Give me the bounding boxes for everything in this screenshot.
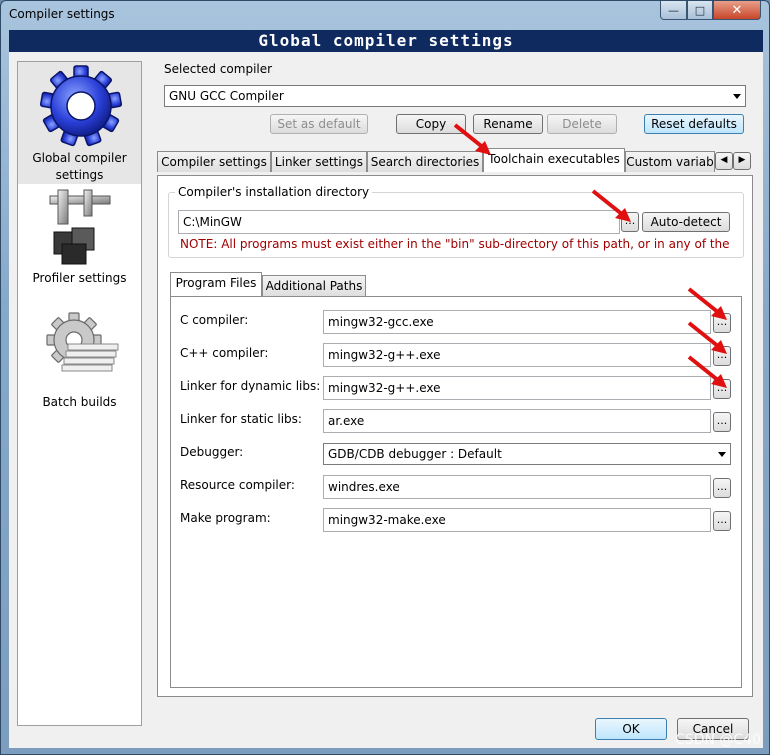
annotation-arrow-icon <box>687 287 727 320</box>
category-label: Batch builds <box>42 395 117 409</box>
reset-defaults-button[interactable]: Reset defaults <box>644 114 744 134</box>
resource-compiler-input[interactable]: windres.exe <box>323 475 711 499</box>
annotation-arrow-icon <box>453 123 491 155</box>
tab-scroll-left-button[interactable]: ◀ <box>715 152 733 170</box>
annotation-arrow-icon <box>687 355 727 388</box>
title-bar[interactable]: Compiler settings — □ ✕ <box>1 1 770 29</box>
minimize-icon: — <box>668 3 679 17</box>
cpp-compiler-input[interactable]: mingw32-g++.exe <box>323 343 711 367</box>
close-icon: ✕ <box>731 2 743 18</box>
tab-toolchain-executables[interactable]: Toolchain executables <box>483 148 625 172</box>
category-batch-builds[interactable]: Batch builds <box>18 310 141 422</box>
close-button[interactable]: ✕ <box>713 1 761 20</box>
subtab-additional-paths[interactable]: Additional Paths <box>262 275 366 296</box>
tab-scroll-right-button[interactable]: ▶ <box>733 152 751 170</box>
debugger-select-value: GDB/CDB debugger : Default <box>328 447 502 461</box>
program-label: Make program: <box>180 511 271 525</box>
resource-compiler-browse-button[interactable]: ... <box>713 478 731 498</box>
page-title: Global compiler settings <box>9 30 763 52</box>
program-label: C++ compiler: <box>180 346 269 360</box>
subtab-program-files[interactable]: Program Files <box>170 272 262 296</box>
chevron-down-icon <box>733 94 741 99</box>
chevron-left-icon: ◀ <box>720 155 728 165</box>
tab-compiler-settings[interactable]: Compiler settings <box>157 151 271 172</box>
toolchain-panel: Compiler's installation directory C:\Min… <box>157 175 753 697</box>
make-program-browse-button[interactable]: ... <box>713 511 731 531</box>
maximize-button[interactable]: □ <box>687 1 713 20</box>
set-default-button[interactable]: Set as default <box>270 114 368 134</box>
dynamic-linker-input[interactable]: mingw32-g++.exe <box>323 376 711 400</box>
program-files-panel: C compiler: mingw32-gcc.exe ... C++ comp… <box>170 296 742 688</box>
window-title: Compiler settings <box>9 7 115 21</box>
category-label: Global compiler settings <box>32 151 127 182</box>
install-dir-input[interactable]: C:\MinGW <box>178 210 620 234</box>
chevron-right-icon: ▶ <box>738 155 746 165</box>
minimize-button[interactable]: — <box>660 1 687 20</box>
category-label: Profiler settings <box>32 271 127 285</box>
program-label: C compiler: <box>180 313 249 327</box>
install-dir-label: Compiler's installation directory <box>175 185 373 199</box>
program-label: Resource compiler: <box>180 478 295 492</box>
program-label: Debugger: <box>180 445 244 459</box>
dialog-client: Global compiler settings Global compiler… <box>9 30 763 748</box>
watermark: CSDN @C40 <box>675 732 761 748</box>
delete-button[interactable]: Delete <box>547 114 617 134</box>
make-program-input[interactable]: mingw32-make.exe <box>323 508 711 532</box>
ok-button[interactable]: OK <box>595 718 667 740</box>
category-profiler[interactable]: Profiler settings <box>18 188 141 298</box>
auto-detect-button[interactable]: Auto-detect <box>642 212 730 232</box>
caliper-icon <box>49 189 111 265</box>
debugger-select[interactable]: GDB/CDB debugger : Default <box>323 443 731 465</box>
window: Compiler settings — □ ✕ Global compiler … <box>0 0 770 755</box>
static-linker-browse-button[interactable]: ... <box>713 412 731 432</box>
program-label: Linker for dynamic libs: <box>180 379 321 393</box>
category-list: Global compiler settings Profiler settin… <box>17 61 142 726</box>
tab-linker-settings[interactable]: Linker settings <box>271 151 367 172</box>
program-label: Linker for static libs: <box>180 412 302 426</box>
install-dir-note: NOTE: All programs must exist either in … <box>180 237 730 251</box>
static-linker-input[interactable]: ar.exe <box>323 409 711 433</box>
category-global-compiler[interactable]: Global compiler settings <box>18 62 141 184</box>
chevron-down-icon <box>718 452 726 457</box>
gear-icon <box>40 65 122 147</box>
compiler-select-value: GNU GCC Compiler <box>169 89 284 103</box>
compiler-select[interactable]: GNU GCC Compiler <box>164 85 746 107</box>
annotation-arrow-icon <box>591 189 631 222</box>
batch-gear-icon <box>46 312 119 372</box>
annotation-arrow-icon <box>687 321 727 354</box>
maximize-icon: □ <box>694 3 706 17</box>
c-compiler-input[interactable]: mingw32-gcc.exe <box>323 310 711 334</box>
selected-compiler-label: Selected compiler <box>164 62 273 76</box>
tab-custom-variables[interactable]: Custom variab <box>625 151 715 172</box>
